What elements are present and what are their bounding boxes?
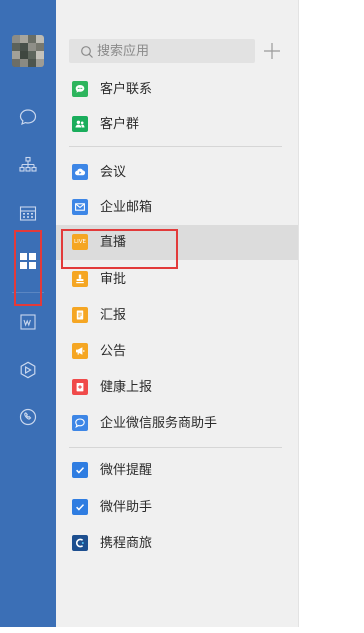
search-icon: [80, 44, 94, 58]
group-icon: [72, 116, 88, 132]
avatar[interactable]: [12, 35, 44, 67]
app-label: 公告: [100, 344, 127, 359]
app-window: 客户联系 客户群 会议 企业邮箱 LIVE 直播 审批 汇报: [0, 0, 364, 633]
cloud-meeting-icon: [72, 164, 88, 180]
report-icon: [72, 307, 88, 323]
check-icon: [72, 499, 88, 515]
group-divider: [69, 146, 282, 147]
stamp-icon: [72, 271, 88, 287]
highlight-box-workbench: [14, 230, 42, 306]
health-icon: [72, 379, 88, 395]
app-label: 企业邮箱: [100, 200, 153, 215]
sidebar: [0, 0, 56, 627]
content-area: [298, 0, 364, 627]
check-icon: [72, 462, 88, 478]
mail-icon: [72, 199, 88, 215]
app-item-announcement[interactable]: 公告: [56, 334, 298, 369]
app-label: 微伴助手: [100, 500, 153, 515]
service-chat-icon: [72, 415, 88, 431]
app-item-meeting[interactable]: 会议: [56, 155, 298, 190]
app-label: 客户联系: [100, 82, 153, 97]
megaphone-icon: [72, 343, 88, 359]
highlight-box-live: [61, 229, 178, 269]
app-item-service-provider-assistant[interactable]: 企业微信服务商助手: [56, 406, 298, 441]
search-box[interactable]: [69, 39, 255, 63]
plus-icon[interactable]: [262, 41, 282, 61]
app-label: 微伴提醒: [100, 463, 153, 478]
app-item-enterprise-mail[interactable]: 企业邮箱: [56, 190, 298, 225]
app-label: 携程商旅: [100, 536, 153, 551]
app-item-health-report[interactable]: 健康上报: [56, 370, 298, 405]
app-item-report[interactable]: 汇报: [56, 298, 298, 333]
app-item-customer-contact[interactable]: 客户联系: [56, 72, 298, 107]
app-item-customer-group[interactable]: 客户群: [56, 107, 298, 142]
app-item-weiban-reminder[interactable]: 微伴提醒: [56, 453, 298, 488]
phone-call-icon[interactable]: [16, 405, 40, 429]
hexagon-icon[interactable]: [16, 358, 40, 382]
calendar-icon[interactable]: [16, 201, 40, 225]
app-label: 会议: [100, 165, 127, 180]
app-label: 企业微信服务商助手: [100, 416, 218, 431]
chat-icon[interactable]: [16, 105, 40, 129]
ctrip-icon: [72, 535, 88, 551]
app-item-weiban-assistant[interactable]: 微伴助手: [56, 490, 298, 525]
app-label: 客户群: [100, 117, 140, 132]
document-icon[interactable]: [16, 310, 40, 334]
app-item-ctrip-business-travel[interactable]: 携程商旅: [56, 526, 298, 561]
app-label: 健康上报: [100, 380, 153, 395]
app-label: 汇报: [100, 308, 127, 323]
group-divider: [69, 447, 282, 448]
chat-bubble-icon: [72, 81, 88, 97]
window-bottom-edge: [0, 627, 364, 633]
search-input[interactable]: [97, 39, 247, 63]
org-chart-icon[interactable]: [16, 153, 40, 177]
